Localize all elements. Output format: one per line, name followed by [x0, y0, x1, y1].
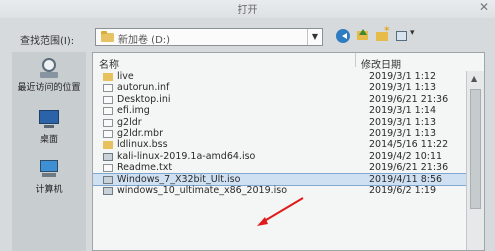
close-icon[interactable]: ✕: [479, 0, 489, 14]
column-header-name[interactable]: 名称: [99, 56, 119, 71]
drive-folder-icon: [101, 31, 114, 42]
red-arrow-annotation: [257, 197, 304, 226]
file-date: 2019/3/1 1:13: [369, 116, 437, 128]
file-date: 2014/5/16 11:22: [369, 139, 449, 151]
folder-icon: [103, 141, 113, 150]
file-row[interactable]: autorun.inf 2019/3/1 1:13: [93, 82, 466, 93]
file-row[interactable]: Desktop.ini 2019/6/21 21:36: [93, 94, 466, 105]
scrollbar-thumb[interactable]: [470, 89, 481, 209]
file-icon: [103, 95, 113, 104]
column-divider[interactable]: [355, 53, 356, 67]
place-recent[interactable]: 最近访问的位置: [12, 58, 86, 93]
computer-icon: [38, 160, 60, 180]
file-row[interactable]: Readme.txt 2019/6/21 21:36: [93, 162, 466, 173]
place-label: 最近访问的位置: [17, 83, 81, 93]
place-label: 计算机: [35, 185, 63, 195]
file-row[interactable]: g2ldr 2019/3/1 1:13: [93, 117, 466, 128]
file-name: g2ldr.mbr: [117, 127, 163, 139]
place-desktop[interactable]: 桌面: [12, 110, 86, 145]
file-date: 2019/4/2 10:11: [369, 150, 443, 162]
new-folder-icon[interactable]: [375, 25, 391, 43]
file-name: autorun.inf: [117, 82, 170, 94]
recent-places-icon: [38, 58, 60, 78]
file-date: 2019/6/2 1:19: [369, 184, 437, 196]
file-date: 2019/4/11 8:56: [369, 173, 443, 185]
window-title: 打开: [237, 5, 258, 16]
view-menu-icon[interactable]: [395, 28, 419, 43]
file-rows: live 2019/3/1 1:12 autorun.inf 2019/3/1 1:…: [93, 71, 467, 196]
column-header-date[interactable]: 修改日期: [361, 56, 401, 71]
back-icon[interactable]: [336, 29, 350, 43]
file-date: 2019/6/21 21:36: [369, 93, 449, 105]
look-in-value: 新加卷 (D:): [118, 35, 171, 46]
file-row[interactable]: efi.img 2019/3/1 1:14: [93, 105, 466, 116]
look-in-combo[interactable]: 新加卷 (D:) ▼: [95, 28, 323, 46]
file-row[interactable]: ldlinux.bss 2014/5/16 11:22: [93, 139, 466, 150]
up-folder-icon[interactable]: [356, 29, 370, 43]
file-name: g2ldr: [117, 116, 142, 128]
file-row-selected[interactable]: Windows_7_X32bit_Ult.iso 2019/4/11 8:56: [93, 172, 467, 186]
chevron-down-icon[interactable]: ▼: [307, 29, 322, 45]
places-bar: 最近访问的位置 桌面 计算机: [12, 52, 86, 251]
file-icon: [103, 164, 113, 173]
folder-icon: [103, 73, 113, 81]
file-name: kali-linux-2019.1a-amd64.iso: [117, 150, 256, 162]
disc-image-icon: [103, 186, 113, 195]
file-date: 2019/3/1 1:12: [369, 71, 437, 82]
disc-image-icon: [103, 152, 113, 161]
file-icon: [103, 84, 113, 93]
file-icon: [103, 129, 113, 138]
place-computer[interactable]: 计算机: [12, 160, 86, 195]
file-date: 2019/3/1 1:13: [369, 82, 437, 94]
desktop-icon: [38, 110, 60, 130]
look-in-label: 查找范围(I):: [20, 36, 75, 47]
file-name: ldlinux.bss: [117, 139, 168, 151]
file-icon: [103, 118, 113, 127]
file-icon: [103, 107, 113, 116]
file-name: Desktop.ini: [117, 93, 171, 105]
file-name: Windows_7_X32bit_Ult.iso: [117, 173, 241, 185]
file-name: efi.img: [117, 105, 150, 117]
file-date: 2019/6/21 21:36: [369, 162, 449, 174]
file-name: live: [117, 71, 134, 82]
file-row[interactable]: g2ldr.mbr 2019/3/1 1:13: [93, 128, 466, 139]
file-date: 2019/3/1 1:13: [369, 127, 437, 139]
vertical-scrollbar[interactable]: ▲: [466, 71, 484, 250]
title-bar: 打开 ✕: [0, 0, 495, 18]
disc-image-icon: [103, 175, 113, 184]
file-date: 2019/3/1 1:14: [369, 105, 437, 117]
place-label: 桌面: [39, 135, 58, 145]
file-row[interactable]: live 2019/3/1 1:12: [93, 71, 466, 82]
file-name: Readme.txt: [117, 162, 173, 174]
scroll-up-icon[interactable]: ▲: [471, 74, 477, 83]
file-row[interactable]: kali-linux-2019.1a-amd64.iso 2019/4/2 10:…: [93, 151, 466, 162]
